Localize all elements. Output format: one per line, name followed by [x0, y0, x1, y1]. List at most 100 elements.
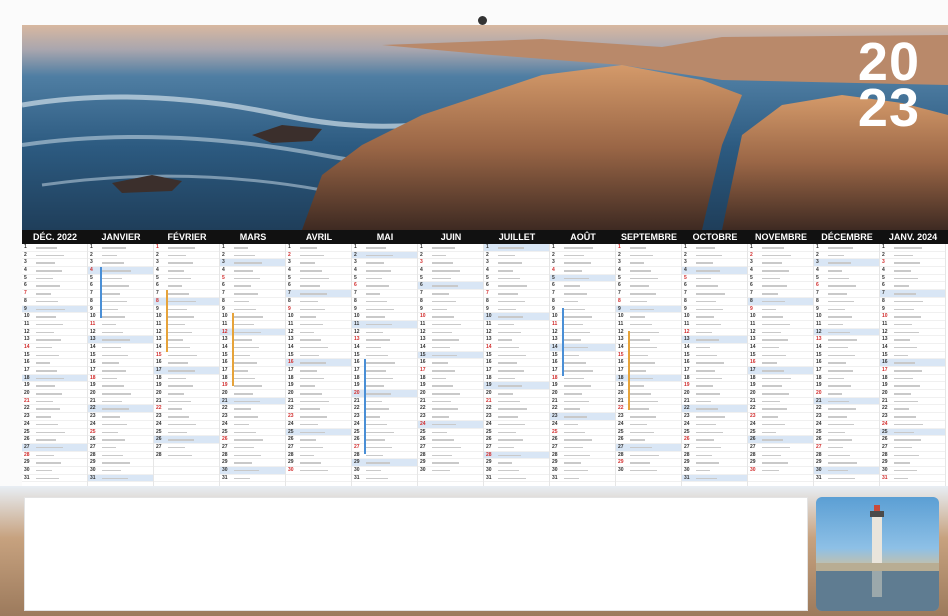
day-number: 1 — [882, 244, 885, 250]
saint-name-line — [894, 423, 923, 426]
day-number: 26 — [486, 436, 492, 443]
saint-name-line — [168, 277, 191, 280]
day-number: 17 — [24, 367, 30, 373]
day-row: 10 — [220, 313, 285, 321]
day-number: 27 — [882, 443, 888, 450]
saint-name-line — [762, 270, 789, 272]
saint-name-line — [234, 362, 257, 364]
day-number: 24 — [882, 420, 888, 427]
day-number: 21 — [24, 397, 30, 404]
saint-name-line — [828, 308, 845, 310]
saint-name-line — [102, 385, 124, 387]
saint-name-line — [828, 454, 850, 457]
saint-name-line — [894, 323, 912, 326]
day-number: 11 — [222, 320, 228, 327]
day-number: 15 — [684, 351, 690, 358]
day-row: 28 — [154, 452, 219, 460]
saint-name-line — [828, 370, 853, 372]
day-row: 17 — [880, 367, 945, 375]
saint-name-line — [366, 277, 382, 280]
day-number: 4 — [750, 267, 753, 274]
day-row: 3 — [220, 259, 285, 268]
day-row: 11 — [88, 321, 153, 329]
saint-name-line — [102, 408, 129, 410]
day-row: 20 — [418, 390, 483, 398]
day-row: 20 — [220, 390, 285, 398]
saint-name-line — [432, 277, 451, 280]
day-number: 29 — [882, 459, 888, 466]
day-number: 23 — [156, 413, 162, 420]
day-row: 10 — [748, 313, 813, 321]
day-row: 28 — [22, 452, 87, 460]
day-number: 23 — [354, 413, 360, 420]
day-number: 10 — [24, 313, 30, 320]
day-number: 19 — [288, 382, 294, 389]
day-row: 16 — [748, 359, 813, 367]
day-row: 10 — [352, 313, 417, 321]
day-row: 30 — [418, 467, 483, 475]
saint-name-line — [762, 370, 784, 372]
saint-name-line — [36, 346, 52, 349]
day-number: 8 — [486, 297, 489, 304]
day-number: 5 — [750, 274, 753, 281]
day-row: 26 — [484, 436, 549, 444]
day-row: 13 — [748, 336, 813, 344]
day-number: 21 — [684, 397, 690, 404]
day-number: 7 — [882, 290, 885, 297]
saint-name-line — [234, 469, 259, 472]
saint-name-line — [498, 362, 517, 364]
saint-name-line — [432, 323, 461, 326]
day-number: 16 — [552, 359, 558, 366]
saint-name-line — [828, 408, 856, 410]
day-number: 9 — [618, 305, 621, 312]
day-row: 15 — [550, 352, 615, 360]
day-row: 18 — [814, 375, 879, 383]
day-row: 8 — [484, 298, 549, 306]
saint-name-line — [102, 423, 127, 426]
day-number: 11 — [90, 320, 96, 327]
day-row: 30 — [880, 467, 945, 475]
day-row: 21 — [484, 398, 549, 406]
day-number: 27 — [24, 443, 30, 450]
day-row: 26 — [22, 436, 87, 444]
saint-name-line — [366, 300, 387, 303]
day-number: 18 — [750, 374, 756, 381]
day-row: 23 — [880, 413, 945, 421]
day-row: 15 — [484, 352, 549, 360]
saint-name-line — [630, 285, 649, 287]
saint-name-line — [168, 247, 195, 249]
saint-name-line — [564, 462, 581, 464]
day-row: 6 — [88, 282, 153, 291]
day-row: 31 — [814, 475, 879, 483]
day-number: 6 — [618, 282, 621, 289]
day-number: 6 — [882, 282, 885, 289]
day-number: 12 — [90, 328, 96, 335]
saint-name-line — [630, 423, 647, 426]
saint-name-line — [894, 377, 913, 380]
day-number: 9 — [816, 305, 819, 312]
saint-name-line — [828, 362, 846, 364]
saint-name-line — [36, 385, 55, 387]
day-row: 9 — [352, 306, 417, 314]
saint-name-line — [168, 262, 193, 264]
day-row: 26 — [616, 436, 681, 444]
day-number: 28 — [420, 451, 426, 458]
day-number: 15 — [156, 351, 162, 358]
saint-name-line — [432, 370, 455, 372]
saint-name-line — [630, 277, 658, 280]
day-row: 28 — [220, 452, 285, 460]
day-number: 17 — [420, 367, 426, 373]
month-decembre: DÉCEMBRE — [821, 232, 873, 242]
saint-name-line — [102, 300, 127, 303]
day-row: 1 — [814, 244, 879, 252]
day-row: 5 — [814, 275, 879, 283]
day-row: 9 — [550, 306, 615, 314]
day-row: 28 — [286, 452, 351, 460]
saint-name-line — [432, 270, 460, 272]
saint-name-line — [894, 285, 909, 287]
saint-name-line — [894, 393, 911, 395]
day-number: 11 — [24, 320, 30, 327]
day-row: 14 — [418, 344, 483, 352]
saint-name-line — [432, 416, 449, 418]
saint-name-line — [498, 462, 512, 464]
